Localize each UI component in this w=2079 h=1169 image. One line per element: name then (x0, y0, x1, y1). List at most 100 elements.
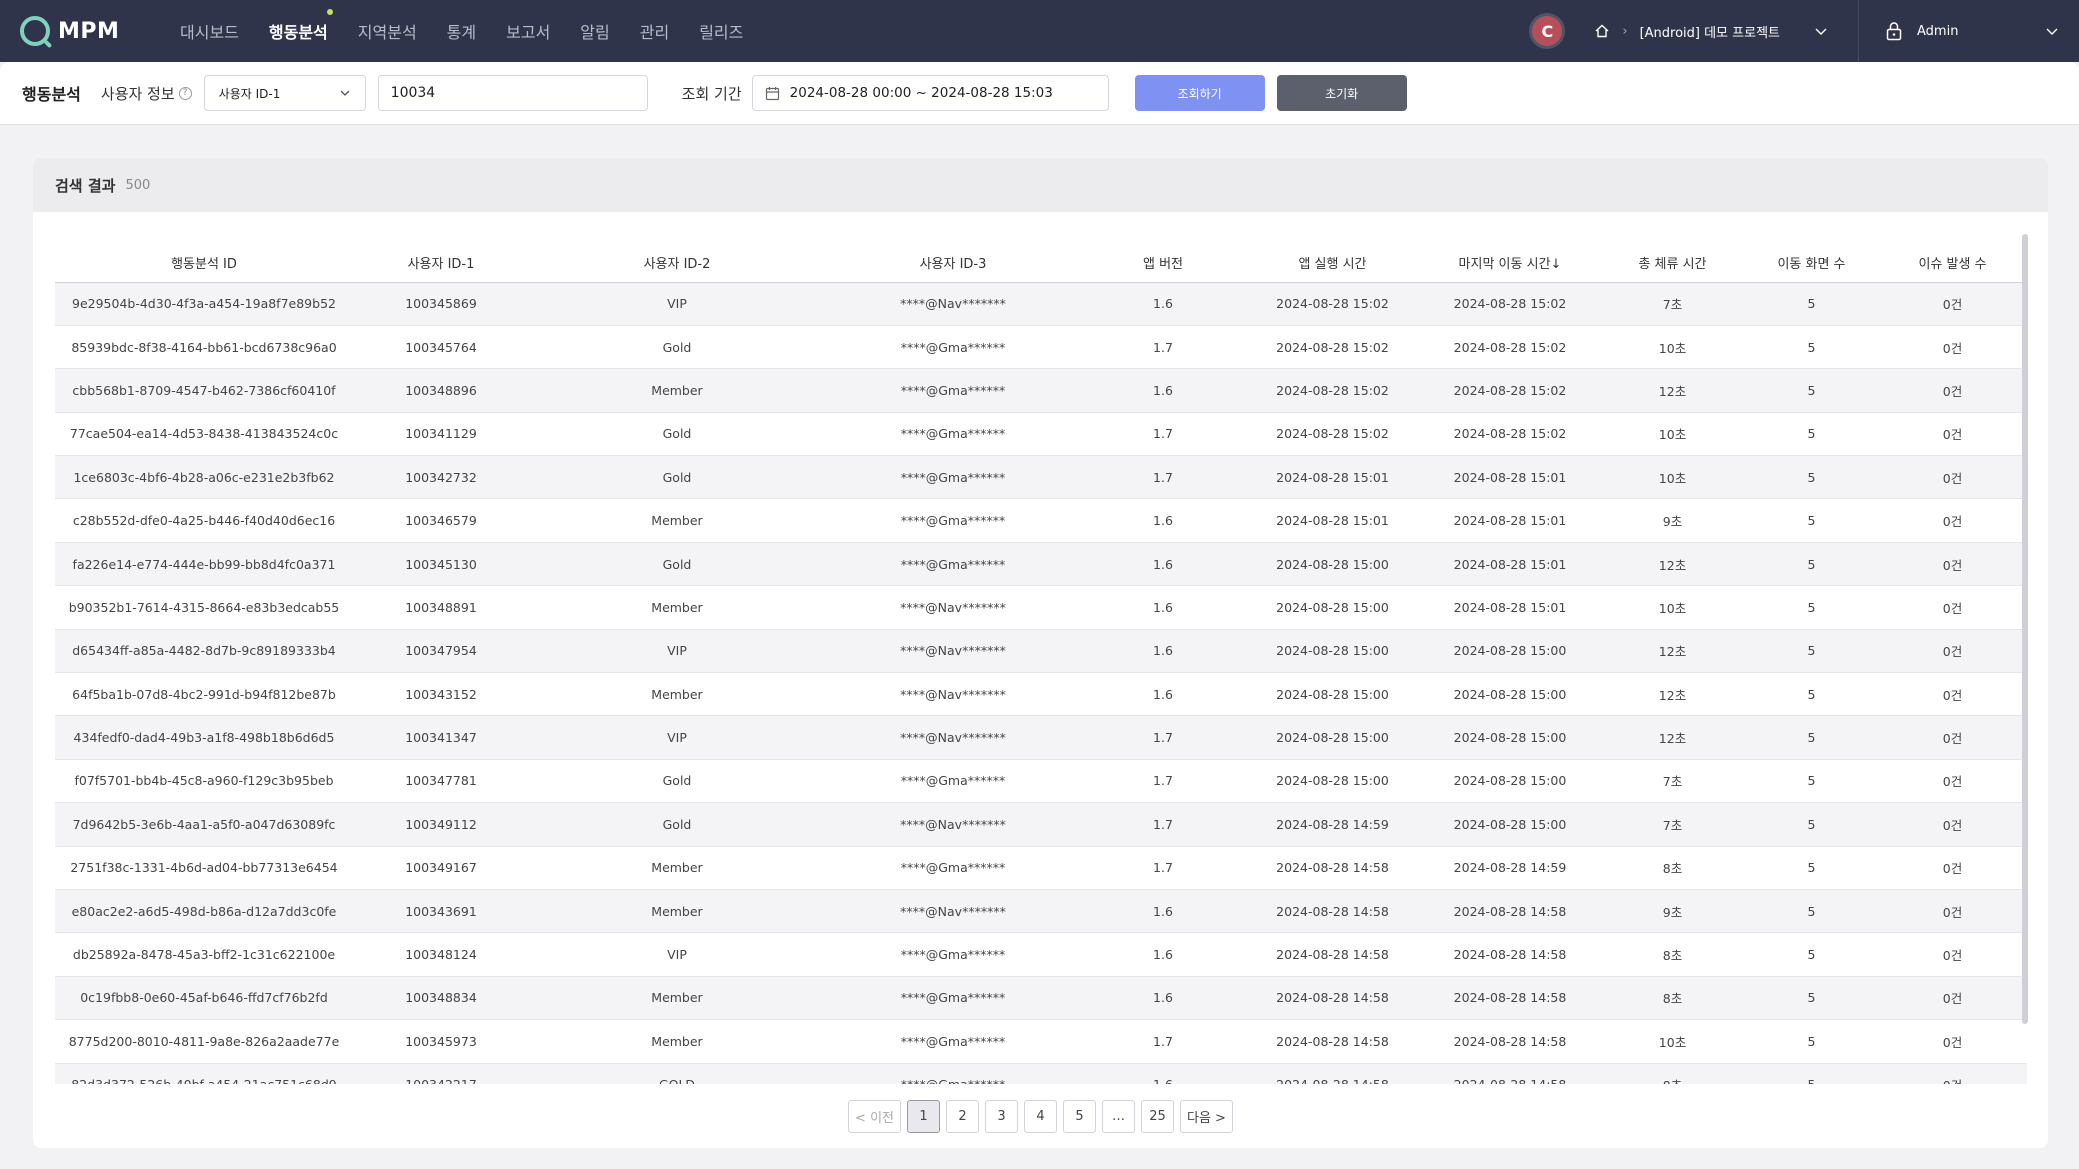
project-selector[interactable]: › [Android] 데모 프로젝트 (1594, 0, 1859, 62)
search-button[interactable]: 조회하기 (1134, 75, 1265, 111)
table-cell: 100345764 (353, 325, 529, 370)
nav-item[interactable]: 알림 (565, 0, 624, 62)
table-row[interactable]: cbb568b1-8709-4547-b462-7386cf60410f 1003… (55, 368, 2027, 413)
table-row[interactable]: e80ac2e2-a6d5-498d-b86a-d12a7dd3c0fe 1003… (55, 889, 2027, 934)
table-row[interactable]: 77cae504-ea14-4d53-8438-413843524c0c 1003… (55, 412, 2027, 457)
nav-item[interactable]: 대시보드 (165, 0, 254, 62)
nav-item[interactable]: 지역분석 (343, 0, 432, 62)
user-id-input[interactable] (377, 75, 648, 111)
page-button[interactable]: 3 (985, 1100, 1018, 1133)
table-cell: 1.7 (1081, 759, 1245, 804)
pagination: < 이전 1 2 3 4 5… 25 다음 > (33, 1100, 2048, 1133)
table-row[interactable]: 64f5ba1b-07d8-4bc2-991d-b94f812be87b 1003… (55, 672, 2027, 717)
table-row[interactable]: f07f5701-bb4b-45c8-a960-f129c3b95beb 1003… (55, 759, 2027, 804)
user-id-select[interactable]: 사용자 ID-1 (203, 75, 366, 111)
table-cell: 7초 (1600, 802, 1745, 847)
table-cell: 100342732 (353, 455, 529, 500)
table-cell: 2751f38c-1331-4b6d-ad04-bb77313e6454 (55, 846, 353, 890)
table-row[interactable]: 2751f38c-1331-4b6d-ad04-bb77313e6454 1003… (55, 846, 2027, 890)
table-cell: VIP (529, 715, 825, 760)
table-cell: 100343691 (353, 889, 529, 934)
page-button[interactable]: 2 (946, 1100, 979, 1133)
page-button[interactable]: 5 (1063, 1100, 1096, 1133)
table-scrollbar[interactable] (2022, 234, 2028, 1024)
table-cell: 8초 (1600, 976, 1745, 1021)
table-cell: 100347954 (353, 629, 529, 674)
table-cell: 2024-08-28 14:58 (1245, 846, 1420, 890)
table-cell: Gold (529, 759, 825, 804)
table-cell: 0건 (1878, 802, 2027, 847)
table-cell: 1.6 (1081, 976, 1245, 1021)
table-cell: 10초 (1600, 455, 1745, 500)
table-cell: ****@Nav******* (825, 672, 1081, 717)
table-cell: 5 (1745, 715, 1878, 760)
results-title: 검색 결과 (55, 176, 116, 195)
table-row[interactable]: b90352b1-7614-4315-8664-e83b3edcab55 1003… (55, 585, 2027, 630)
table-cell: 1.6 (1081, 282, 1245, 326)
table-cell: 2024-08-28 14:58 (1245, 889, 1420, 934)
project-name: [Android] 데모 프로젝트 (1639, 25, 1780, 41)
table-cell: 0건 (1878, 498, 2027, 543)
table-row[interactable]: 9e29504b-4d30-4f3a-a454-19a8f7e89b52 1003… (55, 282, 2027, 326)
help-icon[interactable]: ? (178, 86, 192, 100)
table-header-row: 행동분석 ID 사용자 ID-1 사용자 ID-2 사용자 ID-3 앱 버전 앱 실행 … (55, 234, 2027, 283)
reset-button[interactable]: 초기화 (1276, 75, 1407, 111)
nav-item[interactable]: 관리 (625, 0, 684, 62)
prev-page-button[interactable]: < 이전 (848, 1100, 901, 1133)
table-cell: 2024-08-28 15:02 (1420, 412, 1600, 457)
table-row[interactable]: 85939bdc-8f38-4164-bb61-bcd6738c96a0 1003… (55, 325, 2027, 370)
user-menu[interactable]: Admin (1859, 21, 2059, 41)
table-cell: 100345973 (353, 1019, 529, 1064)
page-button[interactable]: 1 (907, 1100, 940, 1133)
table-cell: Gold (529, 325, 825, 370)
avatar[interactable]: C (1532, 16, 1563, 46)
date-range-picker[interactable]: 2024-08-28 00:00 ~ 2024-08-28 15:03 (751, 75, 1109, 111)
table-cell: Member (529, 976, 825, 1021)
table-cell: 12초 (1600, 368, 1745, 413)
table-cell: 2024-08-28 15:00 (1245, 629, 1420, 674)
table-row[interactable]: 0c19fbb8-0e60-45af-b646-ffd7cf76b2fd 1003… (55, 976, 2027, 1021)
page-button[interactable]: 25 (1141, 1100, 1174, 1133)
table-row[interactable]: 8775d200-8010-4811-9a8e-826a2aade77e 1003… (55, 1019, 2027, 1064)
page-button[interactable]: 4 (1024, 1100, 1057, 1133)
table-row[interactable]: d65434ff-a85a-4482-8d7b-9c89189333b4 1003… (55, 629, 2027, 674)
table-row[interactable]: 82d3d372-526b-40bf-a454-21ac751c68d91003… (55, 1063, 2027, 1084)
table-cell: 0건 (1878, 282, 2027, 326)
results-table-container[interactable]: 행동분석 ID 사용자 ID-1 사용자 ID-2 사용자 ID-3 앱 버전 앱 실행 … (55, 234, 2027, 1084)
table-row[interactable]: db25892a-8478-45a3-bff2-1c31c622100e 1003… (55, 932, 2027, 977)
table-cell: 5 (1745, 498, 1878, 543)
table-cell: Member (529, 498, 825, 543)
table-cell: 2024-08-28 15:01 (1420, 455, 1600, 500)
table-row[interactable]: fa226e14-e774-444e-bb99-bb8d4fc0a371 1003… (55, 542, 2027, 587)
table-cell: 2024-08-28 14:58 (1420, 932, 1600, 977)
app-logo[interactable]: MPM (20, 16, 155, 46)
table-cell: ****@Nav******* (825, 802, 1081, 847)
table-cell: 10초 (1600, 412, 1745, 457)
table-cell: 8초 (1600, 846, 1745, 890)
table-row[interactable]: 1ce6803c-4bf6-4b28-a06c-e231e2b3fb62 1003… (55, 455, 2027, 500)
table-cell: 100348124 (353, 932, 529, 977)
lock-icon (1885, 21, 1903, 41)
table-cell: ****@Nav******* (825, 715, 1081, 760)
page-ellipsis[interactable]: … (1102, 1100, 1135, 1133)
table-row[interactable]: 7d9642b5-3e6b-4aa1-a5f0-a047d63089fc 1003… (55, 802, 2027, 847)
table-cell: 9초 (1600, 498, 1745, 543)
next-page-button[interactable]: 다음 > (1180, 1100, 1233, 1133)
table-cell: 1.6 (1081, 1063, 1245, 1084)
period-label: 조회 기간 (681, 84, 742, 103)
table-cell: 100341347 (353, 715, 529, 760)
home-icon (1594, 23, 1610, 39)
nav-item[interactable]: 행동분석 (254, 0, 343, 62)
nav-item[interactable]: 릴리즈 (684, 0, 758, 62)
table-cell: 2024-08-28 14:59 (1245, 802, 1420, 847)
chevron-down-icon (2045, 24, 2059, 38)
table-cell: 2024-08-28 15:02 (1245, 412, 1420, 457)
table-row[interactable]: 434fedf0-dad4-49b3-a1f8-498b18b6d6d5 1003… (55, 715, 2027, 760)
nav-item[interactable]: 보고서 (491, 0, 565, 62)
table-cell: 5 (1745, 368, 1878, 413)
table-row[interactable]: c28b552d-dfe0-4a25-b446-f40d40d6ec16 1003… (55, 498, 2027, 543)
column-header[interactable]: 마지막 이동 시간↓ (1420, 234, 1600, 283)
table-cell: 2024-08-28 15:01 (1245, 498, 1420, 543)
nav-item[interactable]: 통계 (432, 0, 491, 62)
table-cell: 2024-08-28 14:58 (1420, 976, 1600, 1021)
